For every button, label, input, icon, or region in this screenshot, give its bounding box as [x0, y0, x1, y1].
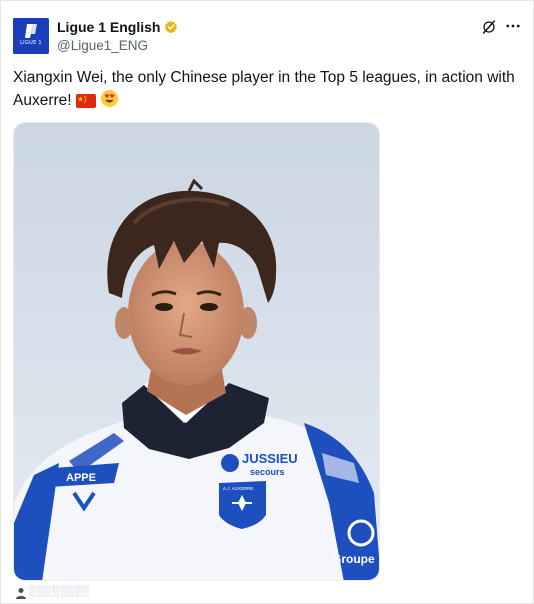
- display-name[interactable]: Ligue 1 English: [57, 19, 160, 35]
- l1-logo-icon: [13, 18, 49, 54]
- grok-icon[interactable]: [481, 19, 497, 35]
- jersey-chest-left: APPE: [66, 472, 96, 484]
- player-photo: JUSSIEU secours A.J. AUXERRE APPE Groupe: [14, 123, 379, 580]
- club-crest-text: A.J. AUXERRE: [223, 486, 254, 491]
- jersey-sleeve-sponsor: Groupe: [332, 552, 375, 566]
- heart-eyes-emoji: [101, 89, 119, 108]
- tweet-photo[interactable]: JUSSIEU secours A.J. AUXERRE APPE Groupe: [13, 122, 380, 581]
- tweet-card: LIGUE 1 Ligue 1 English @Ligue1_ENG Xian…: [0, 0, 534, 604]
- avatar-logo-text: LIGUE 1: [20, 40, 42, 46]
- jersey-sponsor-sub: secours: [250, 467, 285, 477]
- china-flag-emoji: [75, 94, 96, 108]
- tweet-text: Xiangxin Wei, the only Chinese player in…: [13, 67, 525, 112]
- account-handle[interactable]: @Ligue1_ENG: [57, 38, 148, 53]
- verified-badge-icon[interactable]: [164, 20, 178, 34]
- watermark-text: ░░░░░░░░: [29, 586, 90, 597]
- jersey-sponsor: JUSSIEU: [242, 451, 298, 466]
- name-row: Ligue 1 English: [57, 18, 178, 36]
- person-icon: [16, 588, 26, 599]
- more-horizontal-icon[interactable]: [504, 17, 522, 35]
- account-avatar[interactable]: LIGUE 1: [13, 18, 49, 54]
